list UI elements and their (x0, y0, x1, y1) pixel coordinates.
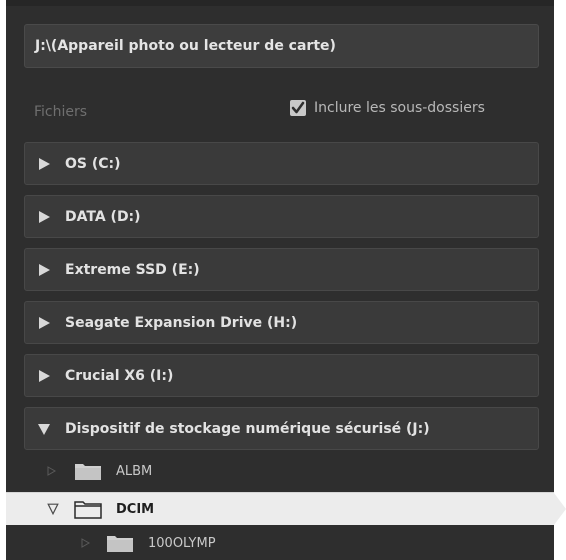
expand-triangle-icon[interactable] (46, 466, 56, 476)
include-subfolders-checkbox[interactable] (290, 100, 306, 116)
panel-header-strip (6, 0, 554, 6)
drive-row-c[interactable]: OS (C:) (24, 142, 539, 185)
drive-row-e[interactable]: Extreme SSD (E:) (24, 248, 539, 291)
expand-triangle-icon[interactable] (37, 263, 51, 277)
drive-label: Extreme SSD (E:) (65, 261, 200, 278)
expand-triangle-icon[interactable] (80, 538, 90, 548)
expand-triangle-icon[interactable] (37, 316, 51, 330)
include-subfolders-toggle[interactable]: Inclure les sous-dossiers (290, 100, 485, 116)
folder-row-dcim[interactable]: DCIM (46, 496, 154, 522)
expand-triangle-icon[interactable] (37, 157, 51, 171)
drive-row-i[interactable]: Crucial X6 (I:) (24, 354, 539, 397)
drive-row-j[interactable]: Dispositif de stockage numérique sécuris… (24, 407, 539, 450)
folder-label: 100OLYMP (148, 535, 216, 551)
expand-triangle-icon[interactable] (37, 210, 51, 224)
folder-row-albm[interactable]: ALBM (46, 458, 152, 484)
drive-label: Crucial X6 (I:) (65, 367, 174, 384)
folder-icon (74, 501, 102, 519)
drive-label: DATA (D:) (65, 208, 141, 225)
collapse-triangle-icon[interactable] (37, 422, 51, 436)
folder-label: DCIM (116, 501, 155, 517)
folder-icon (107, 536, 133, 552)
drive-label: Dispositif de stockage numérique sécuris… (65, 420, 430, 437)
drive-label: OS (C:) (65, 155, 121, 172)
folder-label: ALBM (116, 463, 153, 479)
files-section-label: Fichiers (34, 104, 88, 120)
folder-icon (75, 464, 101, 480)
drive-row-d[interactable]: DATA (D:) (24, 195, 539, 238)
collapse-triangle-icon[interactable] (46, 503, 60, 515)
expand-triangle-icon[interactable] (37, 369, 51, 383)
source-location-label: J:\(Appareil photo ou lecteur de carte) (35, 38, 336, 54)
include-subfolders-label: Inclure les sous-dossiers (314, 100, 485, 116)
right-gutter (554, 0, 566, 560)
folder-row-100olymp[interactable]: 100OLYMP (80, 530, 216, 556)
drive-row-h[interactable]: Seagate Expansion Drive (H:) (24, 301, 539, 344)
source-location-field[interactable]: J:\(Appareil photo ou lecteur de carte) (24, 24, 539, 68)
drive-label: Seagate Expansion Drive (H:) (65, 314, 298, 331)
checkmark-icon (291, 101, 305, 114)
